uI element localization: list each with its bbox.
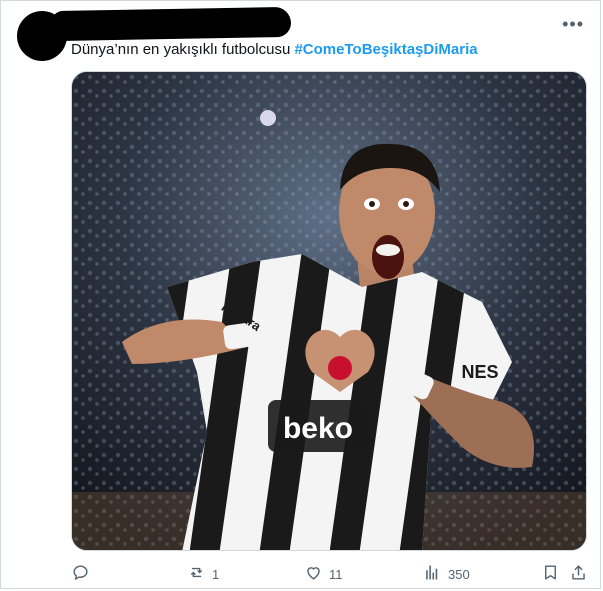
sponsor-text: beko <box>283 412 353 445</box>
reply-icon <box>71 563 90 585</box>
tweet-body: Dünya’nın en yakışıklı futbolcusu <box>71 41 295 58</box>
more-icon[interactable]: ••• <box>562 15 584 33</box>
retweet-count: 1 <box>212 566 220 582</box>
share-icon <box>569 563 588 585</box>
views-icon <box>423 563 442 585</box>
tweet-text: Dünya’nın en yakışıklı futbolcusu #ComeT… <box>71 41 478 59</box>
heart-icon <box>304 563 323 585</box>
like-count: 11 <box>329 566 343 582</box>
bookmark-button[interactable] <box>541 563 560 585</box>
reply-button[interactable] <box>71 563 96 585</box>
retweet-button[interactable]: 1 <box>187 563 219 585</box>
tweet-actions: 1 11 350 <box>71 563 587 585</box>
hashtag-link[interactable]: #ComeToBeşiktaşDiMaria <box>294 41 477 58</box>
bookmark-icon <box>541 563 560 585</box>
share-button[interactable] <box>569 563 588 585</box>
views-button[interactable]: 350 <box>423 563 470 585</box>
views-count: 350 <box>448 566 470 582</box>
tweet-photo[interactable]: beko NES papara <box>71 71 587 551</box>
player-photo: beko NES papara <box>72 72 586 550</box>
like-button[interactable]: 11 <box>304 563 343 585</box>
brand-text: NES <box>461 362 498 382</box>
redacted-user-name <box>50 6 292 42</box>
retweet-icon <box>187 563 206 585</box>
tweet-card[interactable]: ••• Dünya’nın en yakışıklı futbolcusu #C… <box>0 0 601 589</box>
